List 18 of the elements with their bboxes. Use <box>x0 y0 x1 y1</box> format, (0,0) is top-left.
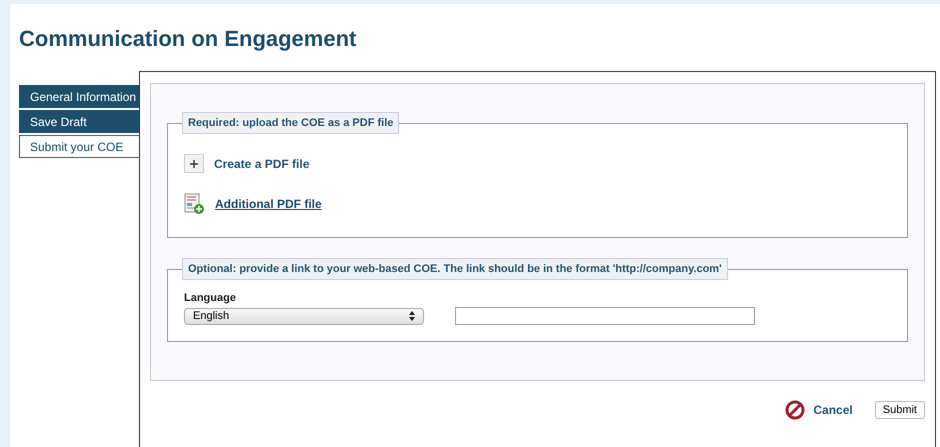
additional-pdf-link[interactable]: Additional PDF file <box>215 197 322 211</box>
language-select[interactable]: English <box>184 308 424 324</box>
section-legend: Required: upload the COE as a PDF file <box>182 112 400 134</box>
updown-arrows-icon <box>409 311 415 321</box>
plus-icon <box>190 160 198 168</box>
submit-button[interactable]: Submit <box>874 401 925 419</box>
sidebar-tab[interactable]: Save Draft <box>19 110 139 133</box>
no-entry-icon <box>785 400 806 420</box>
document-add-icon <box>184 193 205 215</box>
page-title: Communication on Engagement <box>18 25 358 53</box>
language-label: Language <box>184 292 237 304</box>
url-input-field[interactable] <box>455 307 755 325</box>
sidebar-tab[interactable]: General Information <box>19 85 139 108</box>
create-pdf-label: Create a PDF file <box>214 156 310 170</box>
plus-button[interactable] <box>184 154 204 173</box>
cancel-link[interactable]: Cancel <box>785 400 853 420</box>
section-legend: Optional: provide a link to your web-based COE. The link should be in the format 'http://company.com' <box>182 258 728 280</box>
sidebar-tab[interactable]: Submit your COE <box>19 135 139 158</box>
